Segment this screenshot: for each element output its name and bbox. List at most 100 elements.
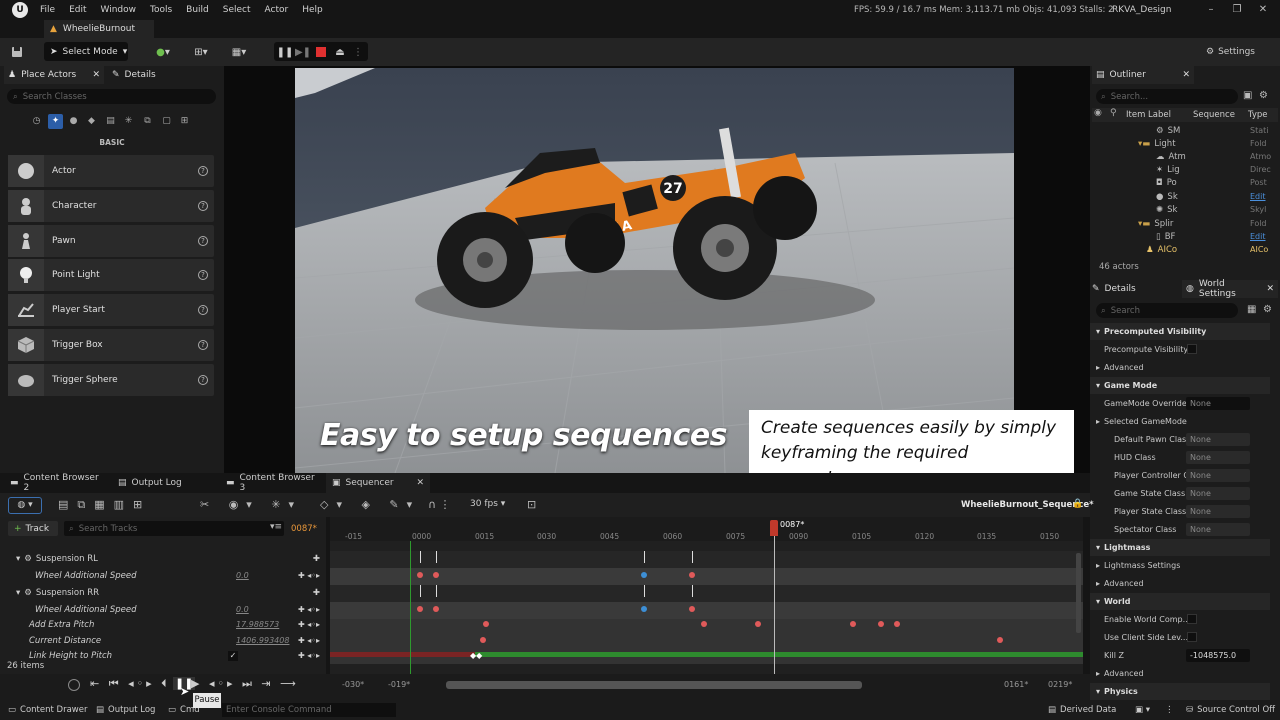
help-icon[interactable]: ?: [198, 375, 208, 385]
tab-place-actors[interactable]: ♟ Place Actors ✕: [4, 66, 104, 84]
lights-icon[interactable]: ●: [66, 114, 81, 129]
range-out[interactable]: 0161*: [1004, 680, 1028, 689]
more-options-icon[interactable]: ⋮: [1165, 700, 1174, 720]
add-track-button[interactable]: + Track: [8, 521, 58, 536]
property-value-field[interactable]: None: [1186, 505, 1250, 518]
track-row-wheel-speed-rr[interactable]: Wheel Additional Speed 0.0 ✚ ◂◦▸: [8, 602, 320, 617]
property-checkbox[interactable]: [1187, 614, 1197, 624]
maximize-icon[interactable]: ❐: [1224, 0, 1250, 20]
basic-category-icon[interactable]: ✦: [48, 114, 63, 129]
help-icon[interactable]: ?: [198, 166, 208, 176]
track-row-link-height[interactable]: Link Height to Pitch ✓ ✚ ◂◦▸: [8, 648, 320, 663]
keyframe[interactable]: [641, 606, 647, 612]
property-value-field[interactable]: None: [1186, 397, 1250, 410]
outliner-row[interactable]: ✶ Lig: [1156, 163, 1180, 176]
tab-world-settings[interactable]: ◍ World Settings ✕: [1182, 279, 1278, 299]
keyframe[interactable]: [701, 621, 707, 627]
bool-key-marker[interactable]: ◆◆: [470, 651, 482, 660]
pause-icon[interactable]: ❚❚: [277, 43, 294, 61]
track-value[interactable]: 17.988573: [236, 620, 279, 629]
keyframe[interactable]: [641, 572, 647, 578]
property-row[interactable]: ▸ Lightmass Settings: [1090, 557, 1270, 574]
snap-tools-icons[interactable]: ✂ ◉▾ ✳▾: [200, 498, 302, 511]
keyframe[interactable]: [878, 621, 884, 627]
add-folder-icon[interactable]: ▣: [1243, 90, 1252, 101]
cinematics-icon[interactable]: ▦▾: [226, 43, 252, 61]
key-tools-icons[interactable]: ◇▾ ◈ ✎▾: [320, 498, 420, 511]
key-nav-icon[interactable]: ✚ ◂◦▸: [298, 571, 320, 580]
menu-select[interactable]: Select: [223, 5, 251, 15]
keyframe[interactable]: [417, 606, 423, 612]
save-icon[interactable]: [8, 43, 26, 61]
key-nav-icon[interactable]: ✚ ◂◦▸: [298, 651, 320, 660]
property-row[interactable]: ▾ Precomputed Visibility: [1090, 323, 1270, 340]
keyframe[interactable]: [483, 621, 489, 627]
menu-window[interactable]: Window: [101, 5, 137, 15]
playhead-handle[interactable]: [770, 520, 778, 536]
property-row[interactable]: ▾ Lightmass: [1090, 539, 1270, 556]
property-value-field[interactable]: -1048575.0: [1186, 649, 1250, 662]
track-row-suspension-rl[interactable]: ▾ ⚙ Suspension RL ✚: [8, 551, 320, 566]
lock-icon[interactable]: 🔒: [1072, 499, 1083, 509]
keyframe[interactable]: [689, 572, 695, 578]
step-icon[interactable]: ▶❚: [295, 43, 311, 61]
key-nav-icon[interactable]: ✚ ◂◦▸: [298, 605, 320, 614]
track-row-current-distance[interactable]: Current Distance 1406.993408 ✚ ◂◦▸: [8, 633, 320, 648]
key-nav-icon[interactable]: ✚ ◂◦▸: [298, 636, 320, 645]
column-type[interactable]: Type: [1248, 110, 1268, 120]
outliner-row[interactable]: ☁ Atm: [1156, 150, 1186, 163]
menu-build[interactable]: Build: [186, 5, 209, 15]
tab-details[interactable]: ✎ Details: [1092, 280, 1176, 298]
property-row[interactable]: Enable World Comp...: [1090, 611, 1270, 628]
property-row[interactable]: ▾ Game Mode: [1090, 377, 1270, 394]
current-frame[interactable]: 0087*: [291, 524, 317, 534]
actor-item-point-light[interactable]: Point Light ?: [8, 259, 214, 291]
magnet-icon[interactable]: ∩ ⋮: [428, 498, 451, 511]
geometry-icon[interactable]: ⧉: [140, 114, 155, 129]
range-start[interactable]: -030*: [342, 680, 364, 689]
property-row[interactable]: ▸ Selected GameMode: [1090, 413, 1270, 430]
actor-item-pawn[interactable]: Pawn ?: [8, 225, 214, 257]
property-row[interactable]: ▸ Advanced: [1090, 359, 1270, 376]
search-tracks-input[interactable]: ⌕ Search Tracks: [64, 521, 284, 536]
track-value[interactable]: 0.0: [236, 571, 249, 580]
property-row[interactable]: ▸ Advanced: [1090, 665, 1270, 682]
view-range-scrollbar[interactable]: [446, 681, 862, 689]
transport-forward-controls[interactable]: ▶ ◂◦▸ ⏭ ⇥ ⟶: [191, 677, 299, 691]
unreal-logo-icon[interactable]: U: [12, 2, 28, 18]
table-view-icon[interactable]: ▦: [1247, 304, 1256, 315]
close-tab-icon[interactable]: ✕: [416, 478, 424, 488]
volumes-icon[interactable]: ▢: [159, 114, 174, 129]
keyframe[interactable]: [755, 621, 761, 627]
property-row[interactable]: ▾ Physics: [1090, 683, 1270, 700]
keyframe[interactable]: [894, 621, 900, 627]
pin-icon[interactable]: ⚲: [1110, 108, 1117, 118]
outliner-row[interactable]: ▾▬ Splir: [1138, 217, 1173, 230]
property-row[interactable]: ▸ Advanced: [1090, 575, 1270, 592]
outliner-row[interactable]: ◘ Po: [1156, 176, 1177, 189]
keyframe[interactable]: [997, 637, 1003, 643]
track-row-suspension-rr[interactable]: ▾ ⚙ Suspension RR ✚: [8, 585, 320, 600]
all-classes-icon[interactable]: ⊞: [177, 114, 192, 129]
console-input[interactable]: Enter Console Command: [222, 703, 396, 717]
tab-sequencer[interactable]: ▣ Sequencer ✕: [326, 473, 430, 493]
eject-icon[interactable]: ⏏: [333, 43, 347, 61]
stop-icon[interactable]: [314, 43, 328, 61]
tab-content-browser-3[interactable]: ▬ Content Browser 3: [220, 473, 320, 493]
close-tab-icon[interactable]: ✕: [1182, 70, 1190, 80]
tab-content-browser-2[interactable]: ▬ Content Browser 2: [4, 473, 100, 493]
save-status-icon[interactable]: ▣ ▾: [1135, 700, 1150, 720]
menu-file[interactable]: File: [40, 5, 55, 15]
keyframe[interactable]: [850, 621, 856, 627]
tab-details-left[interactable]: ✎ Details: [112, 66, 192, 84]
property-value-field[interactable]: None: [1186, 487, 1250, 500]
outliner-row-edit-link[interactable]: Edit: [1250, 192, 1266, 201]
cinematic-icon[interactable]: ▤: [103, 114, 118, 129]
tab-outliner[interactable]: ▤ Outliner ✕: [1092, 66, 1194, 84]
track-value[interactable]: 0.0: [236, 605, 249, 614]
gear-icon[interactable]: ⚙: [1259, 90, 1268, 101]
close-icon[interactable]: ✕: [1250, 0, 1276, 20]
property-value-field[interactable]: None: [1186, 523, 1250, 536]
track-row-wheel-speed-rl[interactable]: Wheel Additional Speed 0.0 ✚ ◂◦▸: [8, 568, 320, 583]
track-row-add-extra-pitch[interactable]: Add Extra Pitch 17.988573 ✚ ◂◦▸: [8, 617, 320, 632]
